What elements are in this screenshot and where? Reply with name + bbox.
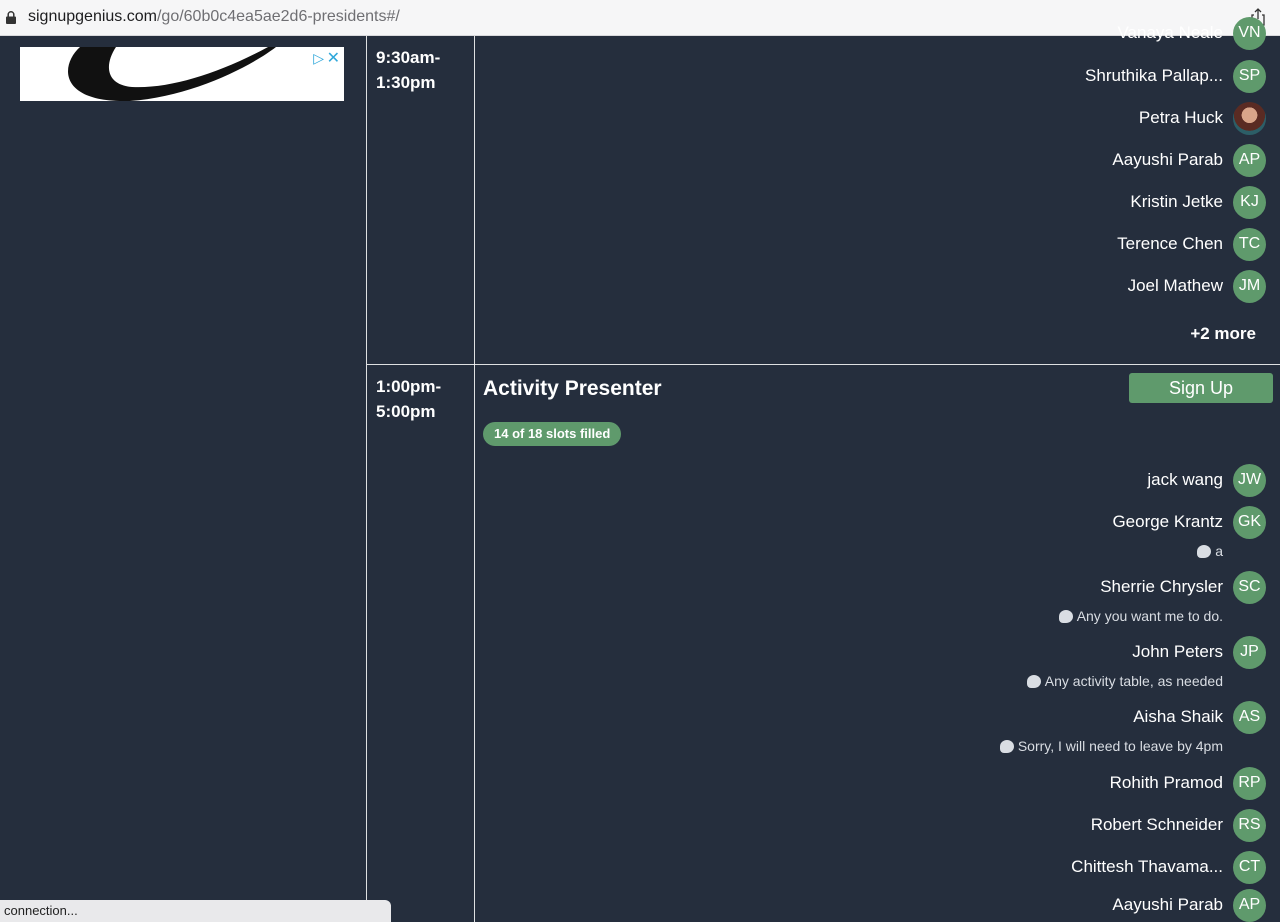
avatar: VN xyxy=(1233,16,1266,50)
lock-icon xyxy=(6,11,16,24)
list-item: Joel Mathew JM xyxy=(1128,269,1266,303)
avatar: AS xyxy=(1233,700,1266,734)
ad-close-icon[interactable]: ✕ xyxy=(327,48,340,68)
participant-name: Chittesh Thavama... xyxy=(1071,857,1223,876)
browser-url-bar[interactable]: signupgenius.com/go/60b0c4ea5ae2d6-presi… xyxy=(0,0,1280,36)
participant-name: Shruthika Pallap... xyxy=(1085,66,1223,85)
participant-name: George Krantz xyxy=(1112,512,1223,531)
sign-up-button[interactable]: Sign Up xyxy=(1129,373,1273,403)
list-item: Kristin Jetke KJ xyxy=(1130,185,1266,219)
participant-name: Aayushi Parab xyxy=(1112,895,1223,914)
list-item: George Krantz GK xyxy=(1112,505,1266,539)
list-item: Aisha Shaik AS xyxy=(1133,700,1266,734)
swoosh-logo xyxy=(68,47,276,101)
avatar: JP xyxy=(1233,635,1266,669)
participant-name: John Peters xyxy=(1132,642,1223,661)
participant-name: jack wang xyxy=(1147,470,1223,489)
list-item: Aayushi Parab AP xyxy=(1112,143,1266,177)
list-item: jack wang JW xyxy=(1147,463,1266,497)
list-item: Vanaya Neale VN xyxy=(1117,16,1266,50)
participant-name: Robert Schneider xyxy=(1090,815,1223,834)
show-more-link[interactable]: +2 more xyxy=(1190,324,1256,344)
participant-comment: Sorry, I will need to leave by 4pm xyxy=(999,738,1223,754)
avatar: TC xyxy=(1233,227,1266,261)
avatar: AP xyxy=(1233,143,1266,177)
avatar-photo xyxy=(1233,101,1266,135)
slot-1-time-end: 1:30pm xyxy=(376,73,436,92)
browser-status-bar: connection... xyxy=(0,900,391,922)
participant-name: Vanaya Neale xyxy=(1117,23,1223,42)
column-divider-left xyxy=(366,36,367,922)
list-item: Chittesh Thavama... CT xyxy=(1071,850,1266,884)
slot-2-time-start: 1:00pm- xyxy=(376,377,442,396)
comment-icon xyxy=(999,739,1014,753)
participant-name: Petra Huck xyxy=(1138,108,1223,127)
comment-text: a xyxy=(1215,543,1223,559)
avatar: SC xyxy=(1233,570,1266,604)
list-item: Robert Schneider RS xyxy=(1091,808,1266,842)
comment-icon xyxy=(1026,674,1041,688)
ad-banner[interactable]: ▷ ✕ xyxy=(20,47,344,101)
participant-name: Joel Mathew xyxy=(1127,276,1223,295)
list-item: Aayushi Parab AP xyxy=(1112,888,1266,922)
participant-comment: a xyxy=(1197,543,1223,559)
slot-divider xyxy=(367,364,1280,365)
slots-filled-badge: 14 of 18 slots filled xyxy=(483,422,622,446)
avatar: RP xyxy=(1233,766,1266,800)
url-text[interactable]: signupgenius.com/go/60b0c4ea5ae2d6-presi… xyxy=(28,8,400,26)
avatar: SP xyxy=(1233,59,1266,93)
avatar: KJ xyxy=(1233,185,1266,219)
comment-icon xyxy=(1058,609,1073,623)
slot-1-time-start: 9:30am- xyxy=(376,48,441,67)
list-item: Terence Chen TC xyxy=(1117,227,1266,261)
list-item: Sherrie Chrysler SC xyxy=(1100,570,1266,604)
slot-2-time-end: 5:00pm xyxy=(376,402,436,421)
participant-name: Kristin Jetke xyxy=(1130,192,1223,211)
list-item: Rohith Pramod RP xyxy=(1110,766,1266,800)
avatar: CT xyxy=(1233,850,1266,884)
slot-2-time: 1:00pm- 5:00pm xyxy=(376,374,441,424)
comment-text: Sorry, I will need to leave by 4pm xyxy=(1017,738,1223,754)
avatar: AP xyxy=(1233,888,1266,922)
url-path: /go/60b0c4ea5ae2d6-presidents#/ xyxy=(156,8,400,25)
comment-text: Any you want me to do. xyxy=(1076,608,1223,624)
participant-comment: Any you want me to do. xyxy=(1058,608,1223,624)
avatar: JW xyxy=(1233,463,1266,497)
column-divider-right xyxy=(474,36,475,922)
participant-name: Terence Chen xyxy=(1117,234,1223,253)
list-item: Petra Huck xyxy=(1139,101,1266,135)
participant-comment: Any activity table, as needed xyxy=(1026,673,1223,689)
ad-choices-icon[interactable]: ▷ xyxy=(313,50,324,67)
participant-name: Sherrie Chrysler xyxy=(1100,577,1223,596)
comment-icon xyxy=(1197,544,1212,558)
avatar: JM xyxy=(1233,269,1266,303)
list-item: John Peters JP xyxy=(1132,635,1266,669)
list-item: Shruthika Pallap... SP xyxy=(1085,59,1266,93)
participant-name: Rohith Pramod xyxy=(1109,773,1223,792)
slot-title: Activity Presenter xyxy=(483,377,662,400)
avatar: GK xyxy=(1233,505,1266,539)
participant-name: Aayushi Parab xyxy=(1112,150,1223,169)
participant-name: Aisha Shaik xyxy=(1133,707,1223,726)
comment-text: Any activity table, as needed xyxy=(1044,673,1223,689)
slot-1-time: 9:30am- 1:30pm xyxy=(376,45,440,95)
avatar: RS xyxy=(1233,808,1266,842)
url-host: signupgenius.com xyxy=(28,8,157,25)
